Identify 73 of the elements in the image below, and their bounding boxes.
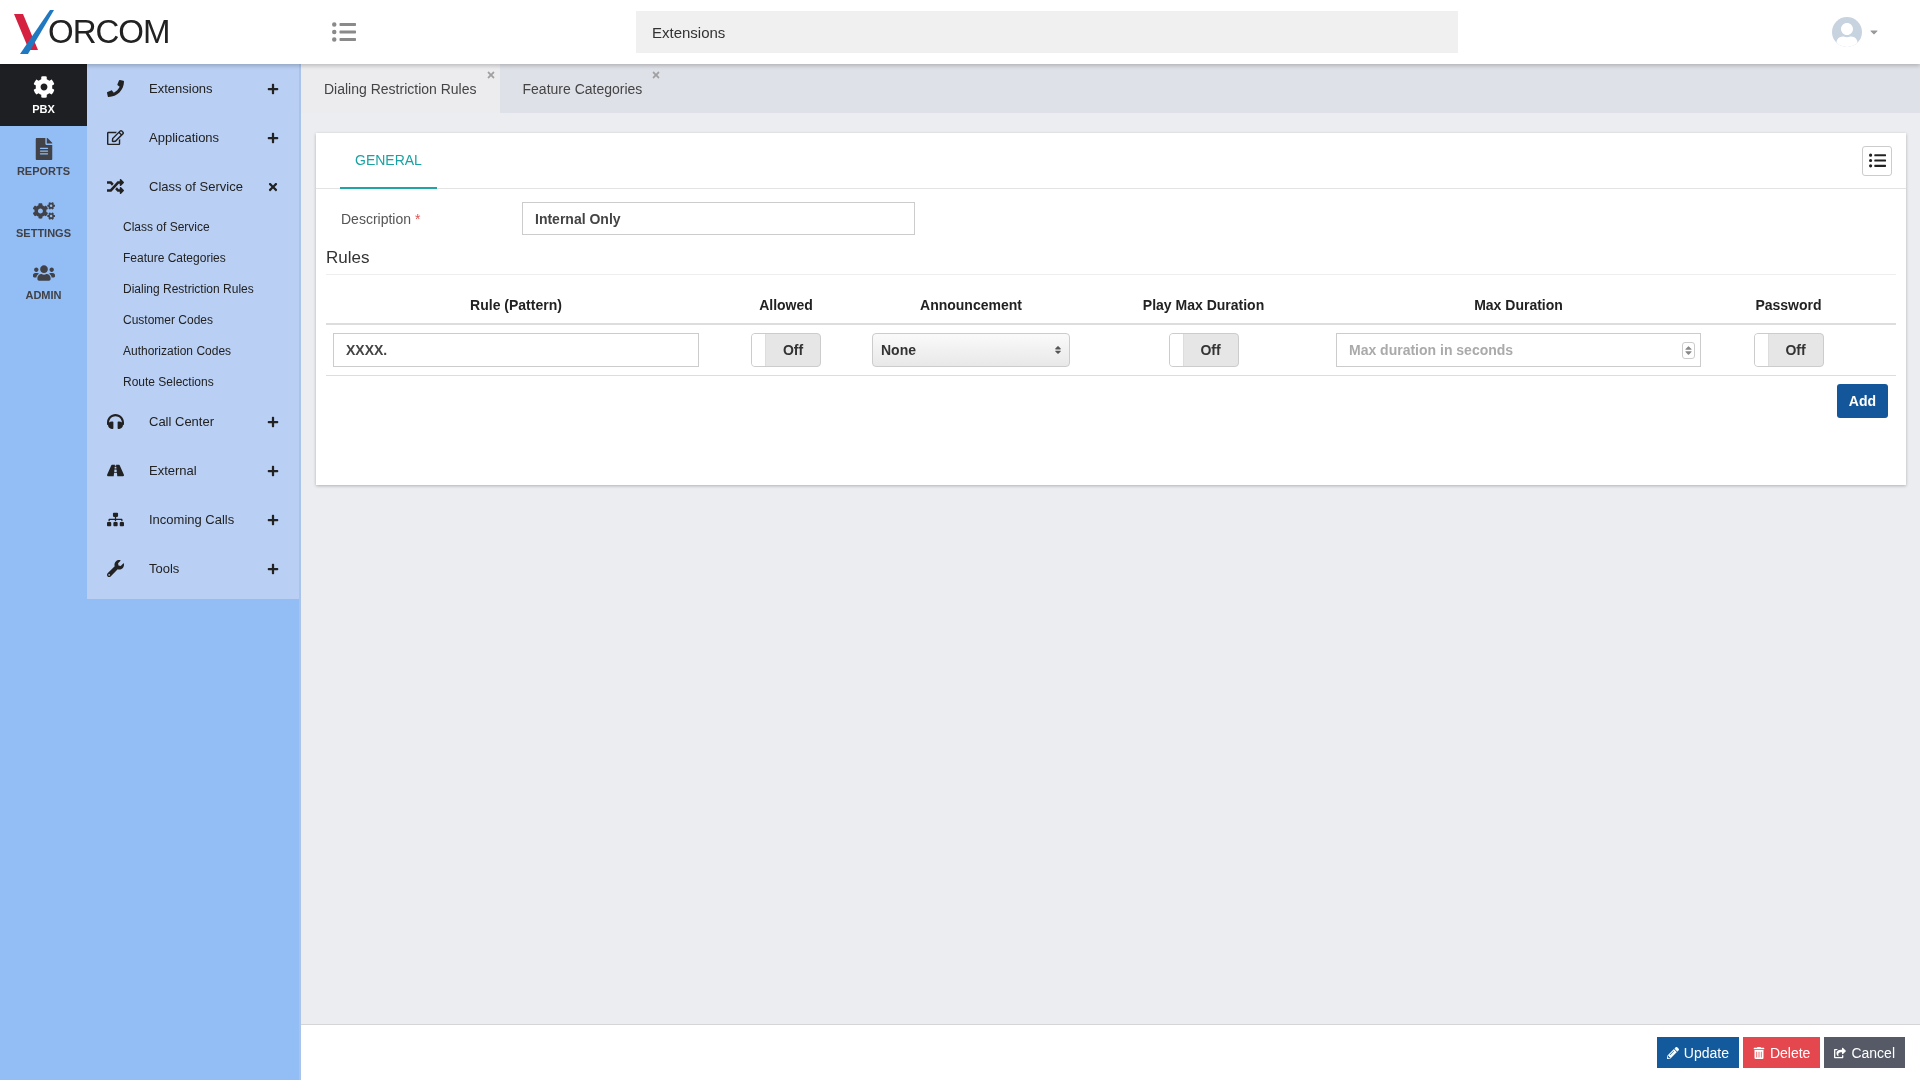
avatar-icon [1832,17,1862,47]
close-icon[interactable] [651,70,662,80]
menu-button[interactable] [332,20,356,44]
announcement-select[interactable]: None [872,333,1070,367]
footer-button[interactable]: Cancel [1824,1037,1905,1068]
column-header: Rule (Pattern) [326,275,706,325]
list-icon [1868,152,1886,169]
menu-item[interactable]: Class of Service [87,162,299,211]
logo-text: ORCOM [48,13,170,51]
rail-label: ADMIN [25,288,62,301]
menu-item[interactable]: Applications [87,113,299,162]
user-menu-button[interactable] [1832,17,1880,47]
submenu-item[interactable]: Authorization Codes [87,335,299,366]
rail-item[interactable]: PBX [0,64,87,126]
expand-icon [267,415,279,428]
share-icon [1834,1046,1847,1059]
close-icon[interactable] [485,70,496,80]
add-button[interactable]: Add [1836,384,1888,418]
rule-pattern-field[interactable]: XXXX. [333,333,699,367]
footer-button[interactable]: Update [1656,1037,1739,1068]
menu-item[interactable]: Tools [87,544,299,593]
column-header: Allowed [706,275,866,325]
sort-arrows-icon [1053,345,1063,355]
toggle-switch[interactable]: Off [751,333,821,367]
rail-item[interactable]: REPORTS [0,126,87,188]
telephone-icon [107,80,124,97]
max-duration-field[interactable]: Max duration in seconds [1336,333,1701,367]
column-header: Play Max Duration [1076,275,1331,325]
shuffle-icon [107,178,124,195]
expand-icon [267,131,279,144]
road-icon [107,462,124,479]
list-icon [332,20,356,44]
expand-icon [267,82,279,95]
gears-icon [32,199,55,222]
page-tab[interactable]: Dialing Restriction Rules [301,64,500,113]
spinner-icon [1682,342,1695,359]
rail-label: SETTINGS [16,226,71,239]
search-field[interactable]: Extensions [636,11,1458,53]
toggle-switch[interactable]: Off [1753,333,1824,367]
toggle-switch[interactable]: Off [1168,333,1239,367]
trash-icon [1752,1046,1765,1059]
expand-icon [267,562,279,575]
column-header: Announcement [866,275,1076,325]
submenu-item[interactable]: Dialing Restriction Rules [87,273,299,304]
headphones-icon [107,413,124,430]
wrench-icon [107,560,124,577]
page-tab[interactable]: Feature Categories [499,64,666,113]
submenu-item[interactable]: Route Selections [87,366,299,397]
description-field[interactable]: Internal Only [522,202,915,235]
menu-item[interactable]: Call Center [87,397,299,446]
submenu-item[interactable]: Class of Service [87,211,299,242]
rail-item[interactable]: ADMIN [0,250,87,312]
expand-icon [267,513,279,526]
column-header: Password [1706,275,1871,325]
column-header: Max Duration [1331,275,1706,325]
rail-label: REPORTS [16,164,71,177]
description-label: Description * [341,210,422,227]
gear-icon [32,75,55,98]
list-view-button[interactable] [1862,145,1892,176]
rail-item[interactable]: SETTINGS [0,188,87,250]
sitemap-icon [107,511,124,528]
submenu-item[interactable]: Feature Categories [87,242,299,273]
expand-icon [267,464,279,477]
pencil-icon [1666,1046,1679,1059]
edit-icon [107,129,124,146]
rules-heading: Rules [326,248,1896,275]
menu-item[interactable]: Extensions [87,64,299,113]
submenu-item[interactable]: Customer Codes [87,304,299,335]
footer-button[interactable]: Delete [1742,1037,1821,1068]
collapse-icon [267,180,279,193]
rail-label: PBX [32,102,55,115]
menu-item[interactable]: External [87,446,299,495]
menu-item[interactable]: Incoming Calls [87,495,299,544]
